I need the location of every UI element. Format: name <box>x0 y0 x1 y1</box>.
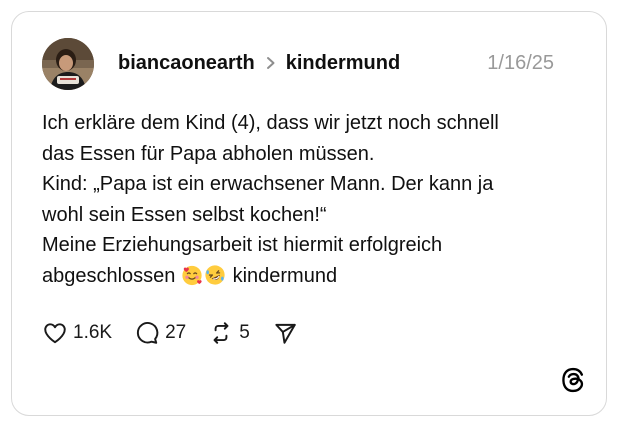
author-username[interactable]: biancaonearth <box>118 52 255 75</box>
avatar[interactable] <box>42 38 94 90</box>
post-card: biancaonearth kindermund 1/16/25 Ich erk… <box>11 11 607 416</box>
avatar-image <box>42 38 94 90</box>
reply-button[interactable]: 27 <box>134 320 186 346</box>
post-text-line: Ich erkläre dem Kind (4), dass wir jetzt… <box>42 112 499 134</box>
post-date: 1/16/25 <box>487 52 554 74</box>
repost-icon <box>213 322 229 344</box>
rolling-on-floor-laughing-icon <box>205 264 225 285</box>
send-icon <box>275 323 296 344</box>
chevron-right-icon <box>264 53 278 73</box>
post-text-line: Kind: „Papa ist ein erwachsener Mann. De… <box>42 173 494 195</box>
post-text-line: Meine Erziehungsarbeit ist hiermit erfol… <box>42 234 443 256</box>
post-header: biancaonearth kindermund <box>118 50 400 76</box>
post-text-line-last: abgeschlossen kindermund <box>42 261 582 292</box>
like-count: 1.6K <box>73 322 113 343</box>
heart-icon <box>44 323 66 344</box>
comment-bubble-icon <box>137 322 159 344</box>
post-text-fragment: kindermund <box>232 264 338 287</box>
threads-logo-icon[interactable] <box>559 366 587 394</box>
community-name[interactable]: kindermund <box>286 52 400 75</box>
post-text-line: das Essen für Papa abholen müssen. <box>42 142 375 165</box>
reply-count: 27 <box>165 322 187 343</box>
repost-button[interactable]: 5 <box>208 320 250 346</box>
smiling-face-with-hearts-icon <box>182 265 202 285</box>
post-text: Ich erkläre dem Kind (4), dass wir jetzt… <box>42 108 582 291</box>
post-text-fragment: abgeschlossen <box>42 264 176 287</box>
share-button[interactable] <box>272 320 303 346</box>
repost-count: 5 <box>239 322 250 343</box>
post-text-line: wohl sein Essen selbst kochen!“ <box>42 203 327 226</box>
action-bar: 1.6K 27 5 <box>42 318 325 348</box>
like-button[interactable]: 1.6K <box>42 320 112 346</box>
